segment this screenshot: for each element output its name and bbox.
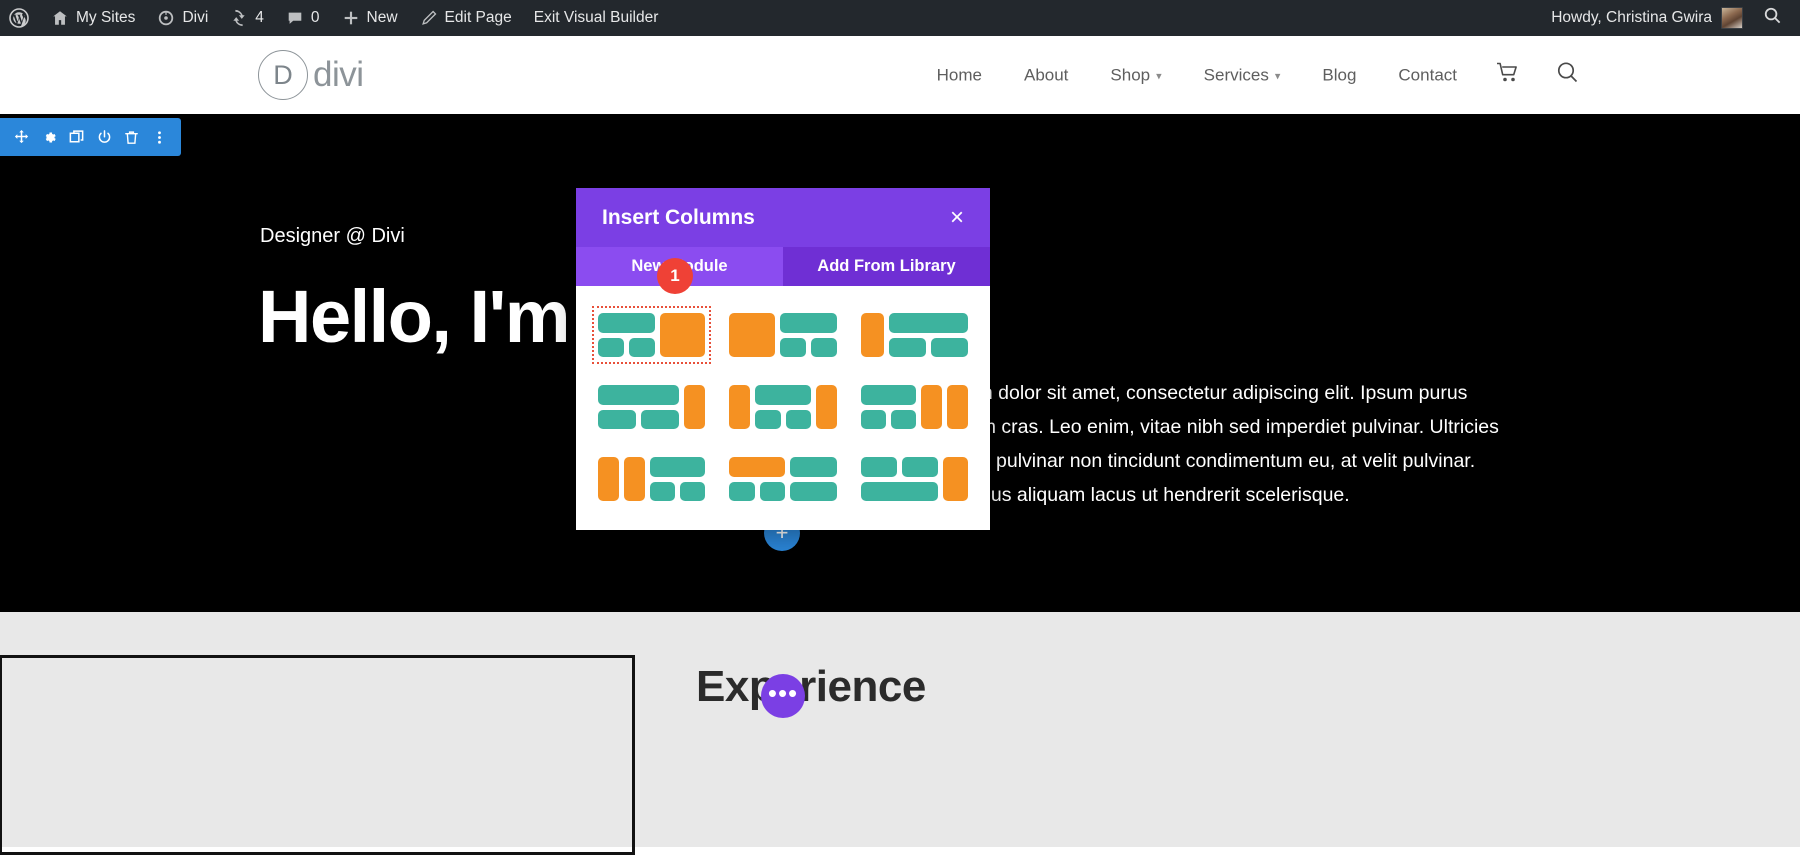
site-logo[interactable]: D divi: [258, 50, 364, 100]
modal-header: Insert Columns ×: [576, 188, 990, 247]
admin-bar-label-updates-count: 4: [255, 9, 264, 27]
comments-icon: [286, 9, 304, 27]
admin-bar-label-edit-page: Edit Page: [445, 9, 512, 27]
decorative-outline-box: [0, 655, 635, 855]
nav-item-shop[interactable]: Shop ▾: [1089, 65, 1182, 85]
section-toolbar: [0, 118, 181, 156]
pencil-icon: [420, 9, 438, 27]
more-vertical-icon[interactable]: [147, 125, 171, 149]
modal-title: Insert Columns: [602, 206, 755, 230]
close-icon[interactable]: ×: [950, 206, 964, 230]
chevron-down-icon: ▾: [1156, 70, 1162, 83]
layout-option-half-half[interactable]: [855, 450, 974, 508]
shopping-cart-icon: [1496, 62, 1520, 89]
admin-bar-account-menu[interactable]: Howdy, Christina Gwira: [1541, 7, 1753, 29]
admin-bar-label-exit-visual-builder: Exit Visual Builder: [534, 9, 659, 27]
admin-bar-label-comments-count: 0: [311, 9, 320, 27]
header-search-button[interactable]: [1538, 61, 1598, 90]
wp-admin-bar: My Sites Divi 4 0 New Edit Page Exit Vis…: [0, 0, 1800, 36]
layout-option-two-thirds-one-third[interactable]: [592, 306, 711, 364]
experience-section: Experience: [0, 612, 1800, 847]
nav-item-services[interactable]: Services ▾: [1183, 65, 1302, 85]
main-navigation: Home About Shop ▾ Services ▾ Blog Contac…: [916, 61, 1598, 90]
nav-label-about: About: [1024, 65, 1068, 85]
divi-icon: [157, 9, 175, 27]
layout-option-three-quarters-one-quarter[interactable]: [592, 378, 711, 436]
avatar: [1721, 7, 1743, 29]
my-sites-icon: [51, 9, 69, 27]
nav-item-home[interactable]: Home: [916, 65, 1003, 85]
layout-option-one-quarter-three-quarters[interactable]: [855, 306, 974, 364]
tab-label-add-from-library: Add From Library: [817, 257, 955, 276]
cart-button[interactable]: [1478, 62, 1538, 89]
column-layout-grid: [592, 306, 974, 508]
admin-bar-item-divi[interactable]: Divi: [146, 0, 219, 36]
wordpress-logo-icon: [9, 8, 29, 28]
divi-logo-wordmark: divi: [313, 55, 364, 95]
site-header: D divi Home About Shop ▾ Services ▾ Blog…: [0, 36, 1800, 114]
admin-bar-greeting: Howdy, Christina Gwira: [1551, 9, 1712, 27]
admin-bar-label-divi: Divi: [182, 9, 208, 27]
modal-tabs: New Module Add From Library: [576, 247, 990, 286]
layout-option-quarter-quarter-half[interactable]: [592, 450, 711, 508]
admin-bar-item-updates[interactable]: 4: [219, 0, 275, 36]
nav-label-blog: Blog: [1322, 65, 1356, 85]
tab-add-from-library[interactable]: Add From Library: [783, 247, 990, 286]
nav-item-blog[interactable]: Blog: [1301, 65, 1377, 85]
nav-label-services: Services: [1204, 65, 1269, 85]
trash-icon[interactable]: [120, 125, 144, 149]
module-more-options-button[interactable]: •••: [761, 674, 805, 718]
plus-icon: [342, 9, 360, 27]
hero-eyebrow: Designer @ Divi: [260, 225, 405, 248]
step-badge: 1: [657, 258, 693, 294]
power-icon[interactable]: [92, 125, 116, 149]
search-icon: [1763, 6, 1782, 30]
move-icon[interactable]: [10, 125, 34, 149]
layout-option-one-quarter-half-quarter[interactable]: [723, 378, 842, 436]
experience-heading: Experience: [696, 662, 926, 712]
nav-label-shop: Shop: [1110, 65, 1150, 85]
admin-bar-item-new[interactable]: New: [331, 0, 409, 36]
nav-label-contact: Contact: [1398, 65, 1457, 85]
duplicate-icon[interactable]: [65, 125, 89, 149]
nav-item-about[interactable]: About: [1003, 65, 1089, 85]
layout-option-one-third-two-thirds[interactable]: [723, 306, 842, 364]
search-icon: [1556, 61, 1580, 90]
admin-bar-item-wordpress[interactable]: [0, 0, 40, 36]
divi-logo-mark: D: [258, 50, 308, 100]
gear-icon[interactable]: [37, 125, 61, 149]
nav-label-home: Home: [937, 65, 982, 85]
updates-icon: [230, 9, 248, 27]
layout-option-quarter-half-quarter-alt[interactable]: [723, 450, 842, 508]
modal-body: 1: [576, 286, 990, 530]
nav-item-contact[interactable]: Contact: [1377, 65, 1478, 85]
chevron-down-icon: ▾: [1275, 70, 1281, 83]
admin-bar-item-exit-visual-builder[interactable]: Exit Visual Builder: [523, 0, 670, 36]
layout-option-half-quarter-quarter[interactable]: [855, 378, 974, 436]
admin-bar-search-button[interactable]: [1753, 6, 1800, 30]
admin-bar-label-new: New: [367, 9, 398, 27]
insert-columns-modal: Insert Columns × New Module Add From Lib…: [576, 188, 990, 530]
admin-bar-label-my-sites: My Sites: [76, 9, 135, 27]
admin-bar-item-edit-page[interactable]: Edit Page: [409, 0, 523, 36]
admin-bar-item-my-sites[interactable]: My Sites: [40, 0, 146, 36]
admin-bar-item-comments[interactable]: 0: [275, 0, 331, 36]
